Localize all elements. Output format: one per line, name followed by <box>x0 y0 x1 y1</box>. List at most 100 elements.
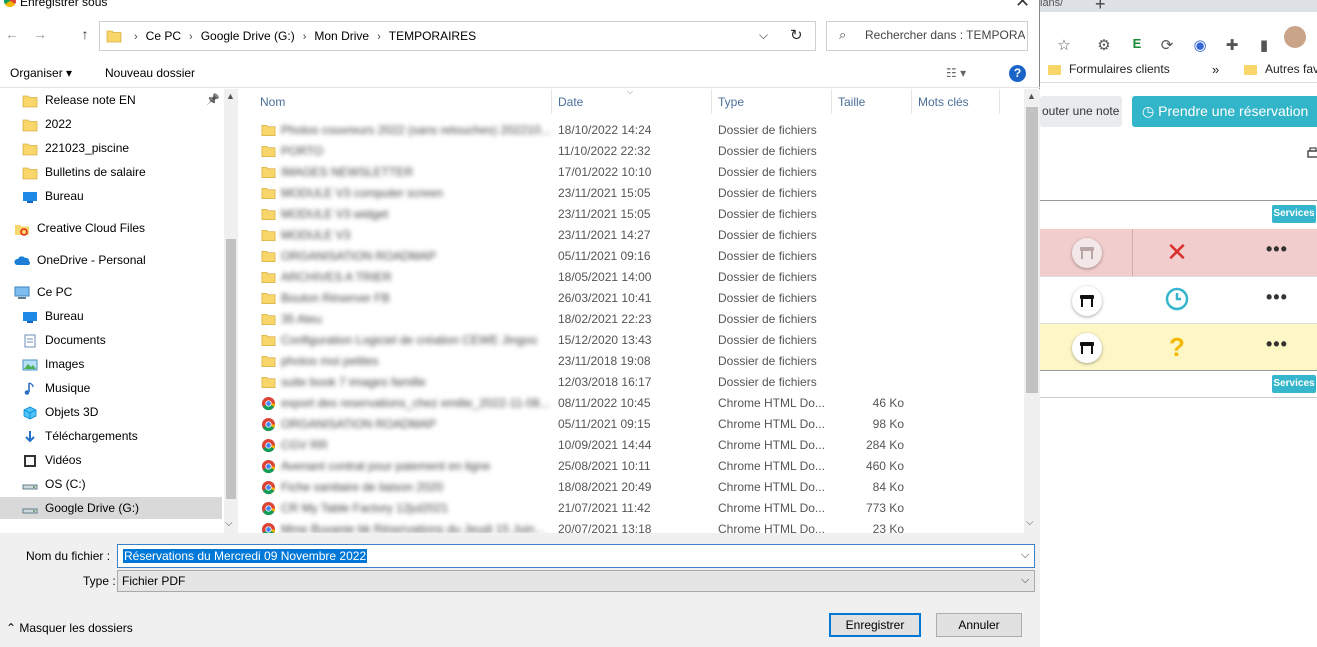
column-divider[interactable] <box>999 89 1000 114</box>
sidebar-item[interactable]: OneDrive - Personal <box>0 249 222 271</box>
breadcrumb-item[interactable]: Ce PC <box>146 29 181 43</box>
new-folder-button[interactable]: Nouveau dossier <box>105 66 195 80</box>
column-date[interactable]: Date <box>558 95 583 109</box>
sidebar-item[interactable]: OS (C:) <box>0 473 222 495</box>
sidebar-item[interactable]: Google Drive (G:) <box>0 497 222 519</box>
column-type[interactable]: Type <box>718 95 744 109</box>
sidebar-item[interactable]: Creative Cloud Files <box>0 217 222 239</box>
chevron-down-icon[interactable]: ⌵ <box>1021 549 1029 562</box>
reservation-row[interactable]: ✕ ••• <box>1040 229 1317 276</box>
file-row[interactable]: suite book 7 images famille 12/03/2018 16… <box>240 372 1024 393</box>
file-scrollbar-thumb[interactable] <box>1026 107 1038 393</box>
breadcrumb-item[interactable]: Google Drive (G:) <box>201 29 295 43</box>
file-row[interactable]: export des reservations_chez emilie_2022… <box>240 393 1024 414</box>
file-row[interactable]: IMAGES NEWSLETTER 17/01/2022 10:10 Dossier… <box>240 162 1024 183</box>
sidebar-item[interactable]: Documents <box>0 329 222 351</box>
extension-gear-icon[interactable]: ⚙ <box>1094 36 1114 54</box>
file-row[interactable]: photos moi petites 23/11/2018 19:08 Dossie… <box>240 351 1024 372</box>
column-divider[interactable] <box>551 89 552 114</box>
bookmark-other[interactable]: Autres fav <box>1244 62 1317 76</box>
file-row[interactable]: CR My Table Factory 12jul2021 21/07/2021 … <box>240 498 1024 519</box>
column-size[interactable]: Taille <box>838 95 865 109</box>
column-tags[interactable]: Mots clés <box>918 95 969 109</box>
sidebar-item[interactable]: Musique <box>0 377 222 399</box>
sidepanel-icon[interactable]: ▮ <box>1254 36 1274 54</box>
scroll-down-icon[interactable]: ⌵ <box>225 518 233 529</box>
file-row[interactable]: Configuration Logiciel de création CEWE … <box>240 330 1024 351</box>
column-name[interactable]: Nom <box>260 95 285 109</box>
organize-button[interactable]: Organiser ▾ <box>10 66 72 80</box>
file-row[interactable]: PORTO 11/10/2022 22:32 Dossier de fichiers <box>240 141 1024 162</box>
file-row[interactable]: Mme Buvanie bk Réservations du Jeudi 15 … <box>240 519 1024 533</box>
scroll-down-icon[interactable]: ⌵ <box>1026 517 1034 528</box>
filename-field[interactable]: Réservations du Mercredi 09 Novembre 202… <box>117 544 1035 568</box>
file-row[interactable]: MODULE V3 computer screen 23/11/2021 15:0… <box>240 183 1024 204</box>
row-menu-button[interactable]: ••• <box>1266 287 1288 308</box>
breadcrumb-item[interactable]: TEMPORAIRES <box>389 29 476 43</box>
up-button[interactable]: ↑ <box>75 26 95 42</box>
refresh-button[interactable]: ↻ <box>790 26 803 44</box>
view-options-button[interactable]: ☷ ▾ <box>946 66 966 80</box>
reservation-row[interactable]: ••• <box>1040 276 1317 323</box>
tab-title[interactable]: lans/ <box>1040 0 1063 9</box>
profile-avatar[interactable] <box>1284 26 1306 48</box>
record-extension-icon[interactable]: ◉ <box>1190 36 1210 54</box>
scroll-up-icon[interactable]: ▲ <box>226 91 235 101</box>
sync-extension-icon[interactable]: ⟳ <box>1157 36 1177 54</box>
puzzle-icon[interactable]: ✚ <box>1222 36 1242 54</box>
row-menu-button[interactable]: ••• <box>1266 239 1288 260</box>
file-row[interactable]: ORGANISATION ROADMAP 05/11/2021 09:15 Chro… <box>240 414 1024 435</box>
file-row[interactable]: Fiche sanitaire de liaison 2020 18/08/202… <box>240 477 1024 498</box>
extension-e-icon[interactable]: E <box>1127 36 1147 51</box>
column-divider[interactable] <box>911 89 912 114</box>
nav-scrollbar-thumb[interactable] <box>226 239 236 499</box>
save-button[interactable]: Enregistrer <box>829 613 921 637</box>
search-box[interactable]: ⌕ <box>826 21 1028 51</box>
column-divider[interactable] <box>831 89 832 114</box>
sidebar-item[interactable]: Images <box>0 353 222 375</box>
filename-value[interactable]: Réservations du Mercredi 09 Novembre 202… <box>123 549 368 563</box>
file-row[interactable]: ORGANISATION ROADMAP 05/11/2021 09:16 Doss… <box>240 246 1024 267</box>
bookmarks-overflow[interactable]: » <box>1212 62 1219 77</box>
hide-folders-toggle[interactable]: ⌃ Masquer les dossiers <box>6 621 133 635</box>
file-row[interactable]: Bouton Réserver FB 26/03/2021 10:41 Dossie… <box>240 288 1024 309</box>
forward-button[interactable]: → <box>30 26 50 42</box>
bookmark-formulaires[interactable]: Formulaires clients <box>1048 62 1170 76</box>
file-row[interactable]: Avenant contrat pour paiement en ligne 25… <box>240 456 1024 477</box>
close-button[interactable]: ✕ <box>1015 0 1030 12</box>
print-icon[interactable] <box>1306 146 1317 160</box>
add-note-button[interactable]: outer une note <box>1040 96 1122 127</box>
sidebar-item[interactable]: 2022 <box>0 113 222 135</box>
back-button[interactable]: ← <box>2 26 22 42</box>
sidebar-item[interactable]: Bulletins de salaire <box>0 161 222 183</box>
sidebar-item[interactable]: Objets 3D <box>0 401 222 423</box>
breadcrumb-item[interactable]: Mon Drive <box>314 29 369 43</box>
star-icon[interactable]: ☆ <box>1054 36 1074 54</box>
sidebar-item[interactable]: Bureau <box>0 185 222 207</box>
sidebar-item[interactable]: Release note EN 📌 <box>0 89 222 111</box>
sidebar-item[interactable]: Bureau <box>0 305 222 327</box>
file-row[interactable]: 35 Ateu 18/02/2021 22:23 Dossier de fichie… <box>240 309 1024 330</box>
file-row[interactable]: MODULE V3 23/11/2021 14:27 Dossier de fich… <box>240 225 1024 246</box>
row-menu-button[interactable]: ••• <box>1266 334 1288 355</box>
chevron-down-icon[interactable]: ⌵ <box>1021 574 1029 587</box>
sidebar-item[interactable]: Téléchargements <box>0 425 222 447</box>
sidebar-item[interactable]: Vidéos <box>0 449 222 471</box>
pin-icon[interactable]: 📌 <box>206 89 220 111</box>
search-input[interactable] <box>865 28 1025 42</box>
sidebar-item[interactable]: Ce PC <box>0 281 222 303</box>
cancel-button[interactable]: Annuler <box>936 613 1022 637</box>
address-bar[interactable]: › Ce PC › Google Drive (G:) › Mon Drive › TEMPO… <box>99 21 816 51</box>
scroll-up-icon[interactable]: ▲ <box>1027 91 1036 101</box>
address-dropdown-button[interactable]: ⌵ <box>759 28 768 43</box>
reservation-row[interactable]: ? ••• <box>1040 323 1317 370</box>
file-row[interactable]: ARCHIVES A TRIER 18/05/2021 14:00 Dossier … <box>240 267 1024 288</box>
file-row[interactable]: MODULE V3 widget 23/11/2021 15:05 Dossier … <box>240 204 1024 225</box>
new-reservation-button[interactable]: ◷ Prendre une réservation <box>1132 96 1317 127</box>
sidebar-item[interactable]: 221023_piscine <box>0 137 222 159</box>
column-divider[interactable] <box>711 89 712 114</box>
file-row[interactable]: Photos couvreurs 2022 (sans retouches) 2… <box>240 120 1024 141</box>
file-type-select[interactable]: Fichier PDF ⌵ <box>117 570 1035 592</box>
file-row[interactable]: CGV RR 10/09/2021 14:44 Chrome HTML Do... 2… <box>240 435 1024 456</box>
help-icon[interactable]: ? <box>1009 65 1026 82</box>
